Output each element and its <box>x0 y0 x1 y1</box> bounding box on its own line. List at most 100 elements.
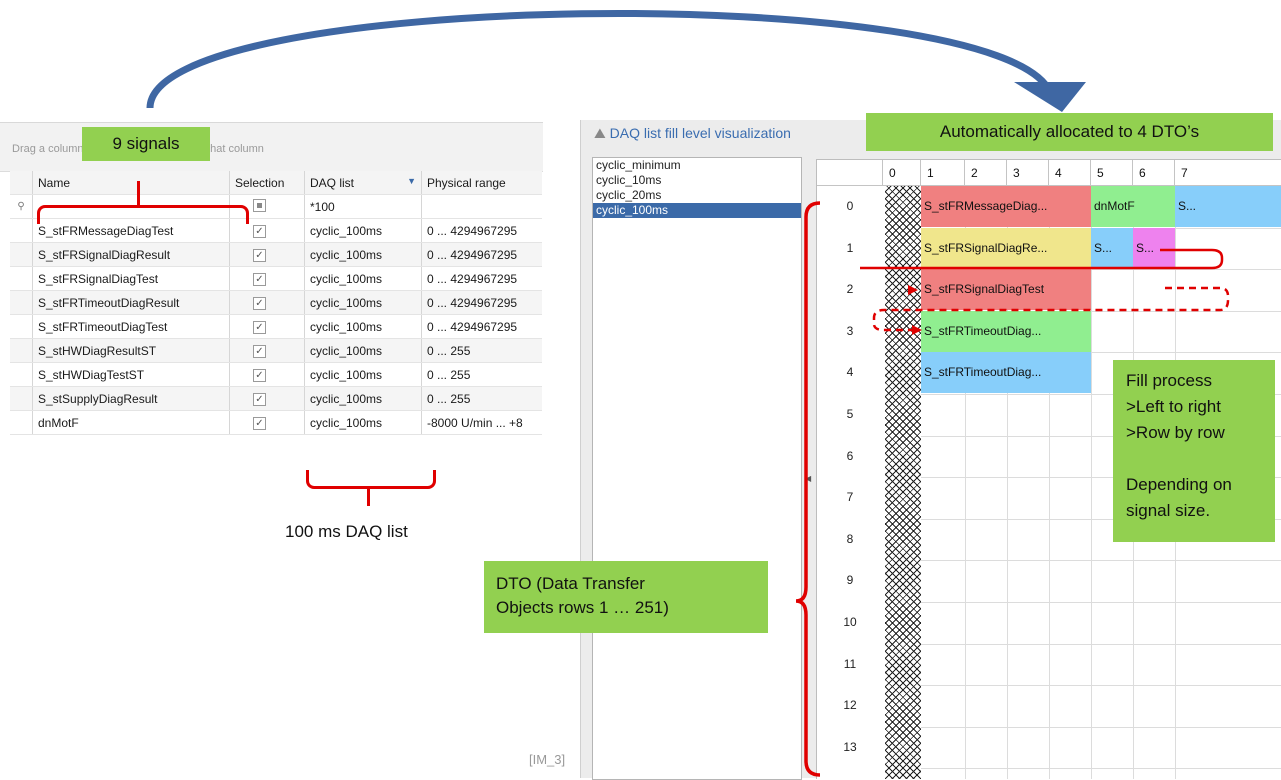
daq-list-cell: cyclic_100ms <box>304 314 422 339</box>
grid-column-header[interactable]: 6 <box>1133 160 1175 186</box>
wrap-arrow-head-2 <box>912 325 922 335</box>
column-header-name[interactable]: Name <box>32 171 230 195</box>
physical-range-cell: 0 ... 4294967295 <box>421 290 542 315</box>
dto-signal-cell[interactable]: dnMotF <box>1091 186 1175 227</box>
filter-icon[interactable]: ▼ <box>407 176 416 186</box>
selection-checkbox[interactable]: ✓ <box>253 225 266 238</box>
grid-column-header[interactable]: 1 <box>921 160 965 186</box>
selection-cell[interactable]: ✓ <box>229 290 305 315</box>
selection-checkbox[interactable]: ✓ <box>253 321 266 334</box>
selection-cell[interactable]: ✓ <box>229 386 305 411</box>
signals-bracket-tick <box>137 181 140 207</box>
signal-grid: Drag a column header here to group by th… <box>0 122 543 463</box>
daq-list-cell: cyclic_100ms <box>304 290 422 315</box>
column-header-daq[interactable]: DAQ list ▼ <box>304 171 422 195</box>
selection-cell[interactable]: ✓ <box>229 242 305 267</box>
fill-process-line: >Left to right <box>1126 397 1221 416</box>
signals-bracket <box>37 205 249 224</box>
column-header-range[interactable]: Physical range <box>421 171 542 195</box>
row-indicator[interactable] <box>10 242 33 267</box>
fill-process-line: Fill process <box>1126 371 1212 390</box>
row-indicator[interactable] <box>10 362 33 387</box>
daq-list-cell: cyclic_100ms <box>304 218 422 243</box>
selection-cell[interactable]: ✓ <box>229 410 305 435</box>
table-row[interactable]: S_stSupplyDiagResult ✓ cyclic_100ms 0 ... 2… <box>10 386 542 411</box>
row-indicator[interactable] <box>10 290 33 315</box>
grid-column-header[interactable]: 7 <box>1175 160 1281 186</box>
table-row[interactable]: dnMotF ✓ cyclic_100ms -8000 U/min ... +8 <box>10 410 542 435</box>
grid-column-header[interactable]: 3 <box>1007 160 1049 186</box>
column-header-daq-label: DAQ list <box>310 175 355 190</box>
grid-column-header[interactable]: 0 <box>883 160 921 186</box>
selection-cell[interactable]: ✓ <box>229 314 305 339</box>
dto-signal-cell[interactable]: S... <box>1175 186 1281 227</box>
fill-process-label: Fill process >Left to right >Row by row Dep… <box>1113 360 1275 542</box>
daq-list-cell: cyclic_100ms <box>304 410 422 435</box>
filter-daq-input[interactable]: *100 <box>304 194 422 219</box>
daq-list-item[interactable]: cyclic_10ms <box>593 173 801 188</box>
physical-range-cell: 0 ... 4294967295 <box>421 242 542 267</box>
flow-arrow-head <box>1014 82 1086 112</box>
daq-list-cell: cyclic_100ms <box>304 338 422 363</box>
row-indicator[interactable] <box>10 314 33 339</box>
daq-list-bracket-tick <box>367 486 370 506</box>
table-row[interactable]: S_stFRSignalDiagResult ✓ cyclic_100ms 0 ...… <box>10 242 542 267</box>
table-row[interactable]: S_stFRTimeoutDiagTest ✓ cyclic_100ms 0 ... … <box>10 314 542 339</box>
row-indicator[interactable] <box>10 218 33 243</box>
row-indicator[interactable] <box>10 338 33 363</box>
daq-list-item[interactable]: cyclic_minimum <box>593 158 801 173</box>
selection-checkbox[interactable]: ✓ <box>253 393 266 406</box>
table-row[interactable]: S_stFRSignalDiagTest ✓ cyclic_100ms 0 ... 4… <box>10 266 542 291</box>
column-header-selection[interactable]: Selection <box>229 171 305 195</box>
signal-name: S_stFRSignalDiagTest <box>32 266 230 291</box>
signal-name: S_stSupplyDiagResult <box>32 386 230 411</box>
grid-column-header[interactable]: 5 <box>1091 160 1133 186</box>
grid-hline <box>921 726 1281 728</box>
dto-label-line-2: Objects rows 1 … 251) <box>496 598 669 617</box>
grid-hline <box>921 643 1281 645</box>
dto-signal-cell[interactable]: S_stFRMessageDiag... <box>921 186 1091 227</box>
row-indicator[interactable] <box>10 410 33 435</box>
table-row[interactable]: S_stHWDiagResultST ✓ cyclic_100ms 0 ... 255 <box>10 338 542 363</box>
selection-checkbox[interactable]: ✓ <box>253 249 266 262</box>
selection-checkbox[interactable]: ✓ <box>253 345 266 358</box>
row-indicator[interactable] <box>10 386 33 411</box>
selection-checkbox[interactable]: ✓ <box>253 369 266 382</box>
filter-range-input[interactable] <box>421 194 542 219</box>
daq-list-cell: cyclic_100ms <box>304 242 422 267</box>
filter-selection-checkbox[interactable] <box>253 198 266 212</box>
panel-icon: ⛰ <box>594 125 606 141</box>
selection-checkbox[interactable]: ✓ <box>253 417 266 430</box>
wrap-arrow-row1 <box>860 248 1224 270</box>
dto-label-line-1: DTO (Data Transfer <box>496 574 645 593</box>
signals-label: 9 signals <box>82 127 210 161</box>
grid-hline <box>921 602 1281 603</box>
selection-cell[interactable]: ✓ <box>229 362 305 387</box>
row-indicator[interactable] <box>10 266 33 291</box>
grid-header-corner <box>817 160 883 186</box>
header-row: Name Selection DAQ list ▼ Physical range <box>10 171 542 195</box>
physical-range-cell: 0 ... 255 <box>421 338 542 363</box>
panel-title: ⛰ DAQ list fill level visualization <box>594 125 791 142</box>
dto-label: DTO (Data Transfer Objects rows 1 … 251) <box>484 561 768 633</box>
selection-checkbox[interactable]: ✓ <box>253 273 266 286</box>
physical-range-cell: 0 ... 255 <box>421 362 542 387</box>
selection-cell[interactable]: ✓ <box>229 338 305 363</box>
selection-checkbox[interactable]: ✓ <box>253 297 266 310</box>
selection-cell[interactable]: ✓ <box>229 266 305 291</box>
dto-signal-cell[interactable]: S_stFRTimeoutDiag... <box>921 352 1091 394</box>
daq-list-cell: cyclic_100ms <box>304 386 422 411</box>
table-row[interactable]: S_stFRTimeoutDiagResult ✓ cyclic_100ms 0 ..… <box>10 290 542 315</box>
physical-range-cell: 0 ... 4294967295 <box>421 314 542 339</box>
signal-name: S_stFRTimeoutDiagResult <box>32 290 230 315</box>
physical-range-cell: 0 ... 4294967295 <box>421 218 542 243</box>
image-reference: [IM_3] <box>529 752 566 767</box>
row-wrap-arrows <box>860 248 1230 335</box>
daq-list-cell: cyclic_100ms <box>304 266 422 291</box>
grid-column-header[interactable]: 2 <box>965 160 1007 186</box>
wrap-arrow-head-1 <box>908 285 918 295</box>
table-row[interactable]: S_stHWDiagTestST ✓ cyclic_100ms 0 ... 255 <box>10 362 542 387</box>
daq-list-bracket <box>306 470 436 489</box>
dto-bracket <box>795 201 821 777</box>
grid-column-header[interactable]: 4 <box>1049 160 1091 186</box>
